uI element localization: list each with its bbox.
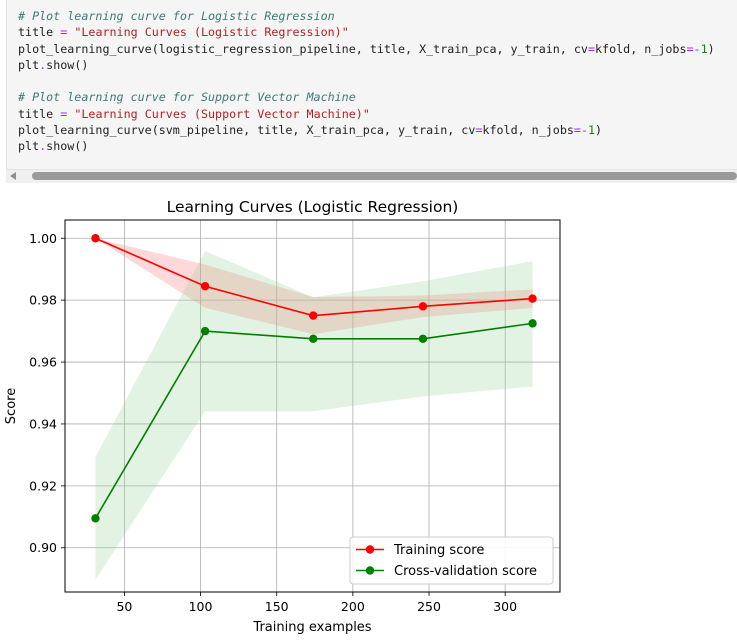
code-editor[interactable]: # Plot learning curve for Logistic Regre… [18, 8, 715, 155]
training-score-point [418, 302, 428, 311]
code-token: "Learning Curves (Support Vector Machine… [74, 106, 370, 121]
code-cell[interactable]: # Plot learning curve for Logistic Regre… [6, 0, 737, 183]
y-tick-label: 1.00 [29, 231, 57, 246]
code-token: plt [18, 139, 40, 154]
code-line: # Plot learning curve for Logistic Regre… [18, 8, 715, 24]
x-axis-label: Training examples [252, 620, 371, 635]
code-token: kfold, n_jobs [482, 123, 574, 138]
code-line: title = "Learning Curves (Support Vector… [18, 106, 715, 122]
code-token: title [18, 25, 61, 40]
code-token: = [587, 41, 596, 56]
code-token: plt [18, 57, 40, 72]
code-token: 1 [700, 41, 708, 56]
score-bands [95, 238, 533, 580]
code-line: plt.show() [18, 138, 715, 154]
y-tick-label: 0.90 [29, 540, 57, 555]
training-score-point [91, 234, 100, 243]
y-tick-label: 0.94 [29, 416, 57, 431]
cv-score-point [91, 514, 100, 523]
code-line: plot_learning_curve(svm_pipeline, title,… [18, 122, 715, 138]
legend-training-marker [365, 545, 375, 554]
code-token: 1 [587, 123, 596, 138]
legend-cv-label: Cross-validation score [394, 564, 537, 579]
learning-curve-figure: 50 100 150 200 250 300 0.90 0.92 0.94 0.96 0.98 1.0… [0, 190, 737, 644]
code-token: show() [46, 57, 89, 72]
legend-cv-marker [365, 566, 375, 575]
y-axis-label: Score [4, 388, 19, 424]
code-line: plot_learning_curve(logistic_regression_… [18, 41, 715, 57]
y-tick-label: 0.96 [29, 355, 57, 370]
x-tick-label: 150 [265, 599, 289, 614]
cv-score-point [200, 326, 210, 336]
x-tick-label: 250 [417, 599, 441, 614]
cv-score-point [309, 334, 318, 344]
y-tick-label: 0.92 [29, 478, 57, 493]
training-score-point [528, 294, 537, 303]
x-tick-label: 50 [116, 599, 132, 614]
code-line: plt.show() [18, 57, 715, 73]
code-token: plot_learning_curve(svm_pipeline, title,… [18, 123, 476, 138]
scroll-left-arrow-icon[interactable] [10, 172, 16, 180]
cv-score-point [418, 334, 428, 344]
code-line: title = "Learning Curves (Logistic Regre… [18, 24, 715, 40]
x-tick-label: 100 [189, 599, 213, 614]
training-score-point [309, 311, 318, 320]
training-score-point [200, 282, 210, 291]
code-token: =- [686, 41, 701, 56]
horizontal-scrollbar[interactable] [6, 169, 737, 183]
code-token: # Plot learning curve for Support Vector… [18, 90, 356, 105]
cv-score-point [528, 319, 537, 328]
chart-legend: Training score Cross-validation score [349, 536, 554, 585]
x-tick-label: 300 [493, 599, 517, 614]
code-token: plot_learning_curve(logistic_regression_… [18, 41, 588, 56]
code-token: show() [46, 139, 89, 154]
code-token: ) [595, 123, 603, 138]
scrollbar-thumb[interactable] [32, 172, 737, 180]
code-token: title [18, 106, 61, 121]
code-line: # Plot learning curve for Support Vector… [18, 89, 715, 105]
code-token: # Plot learning curve for Logistic Regre… [18, 9, 335, 23]
chart-title: Learning Curves (Logistic Regression) [167, 198, 459, 216]
code-token: "Learning Curves (Logistic Regression)" [74, 25, 349, 40]
code-token: kfold, n_jobs [595, 41, 687, 56]
learning-curve-chart: 50 100 150 200 250 300 0.90 0.92 0.94 0.96 0.98 1.0… [4, 198, 561, 635]
code-token: ) [707, 41, 715, 56]
code-token: =- [573, 123, 588, 138]
y-tick-label: 0.98 [29, 293, 57, 308]
legend-training-label: Training score [393, 543, 484, 558]
x-tick-label: 200 [341, 599, 365, 614]
